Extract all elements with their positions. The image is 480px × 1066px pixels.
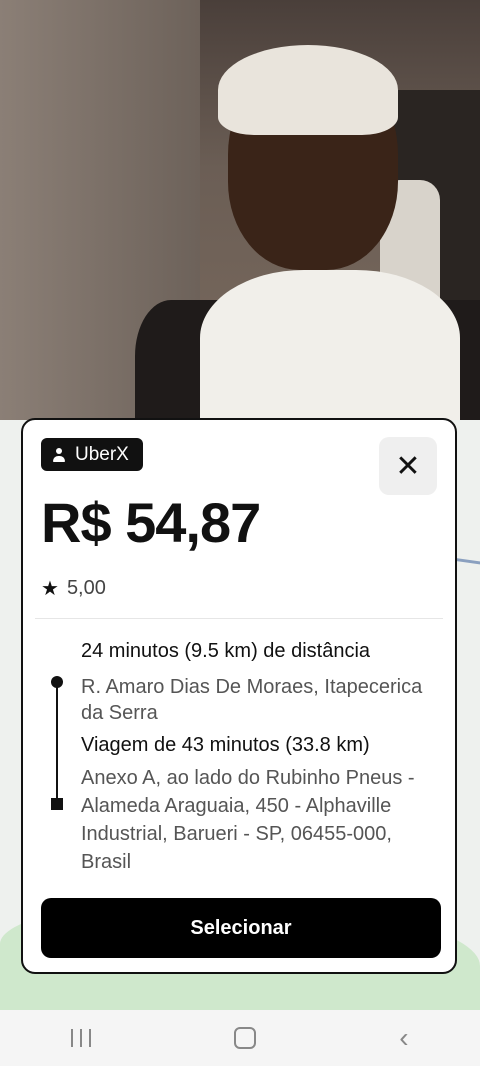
close-button[interactable]: ✕	[379, 437, 437, 495]
destination-marker-icon	[51, 798, 63, 810]
driver-rating: ★ 5,00	[41, 576, 106, 601]
pickup-eta: 24 minutos (9.5 km) de distância	[81, 640, 371, 662]
recent-apps-icon[interactable]	[71, 1029, 92, 1047]
ride-price: R$ 54,87	[41, 491, 261, 554]
pickup-address: R. Amaro Dias De Moraes, Itapecerica da …	[81, 676, 423, 724]
video-shirt	[200, 270, 460, 420]
ride-type-label: UberX	[75, 443, 129, 465]
ride-type-badge: UberX	[41, 438, 143, 471]
route-line	[56, 682, 58, 804]
star-icon: ★	[41, 578, 59, 600]
video-overlay	[0, 0, 480, 420]
trip-duration: Viagem de 43 minutos (33.8 km)	[81, 734, 370, 756]
ride-option-card: UberX ✕ R$ 54,87 ★ 5,00 24 minutos (9.5 …	[21, 418, 457, 974]
divider	[35, 618, 443, 619]
close-icon: ✕	[395, 449, 421, 483]
rating-value: 5,00	[66, 577, 106, 599]
destination-address: Anexo A, ao lado do Rubinho Pneus - Alam…	[81, 767, 415, 873]
select-button[interactable]: Selecionar	[41, 898, 441, 958]
video-durag	[218, 45, 398, 135]
system-nav-bar: ‹	[0, 1010, 480, 1066]
person-icon	[53, 447, 65, 462]
pickup-marker-icon	[51, 676, 63, 688]
back-icon[interactable]: ‹	[399, 1024, 408, 1052]
home-icon[interactable]	[234, 1027, 257, 1049]
